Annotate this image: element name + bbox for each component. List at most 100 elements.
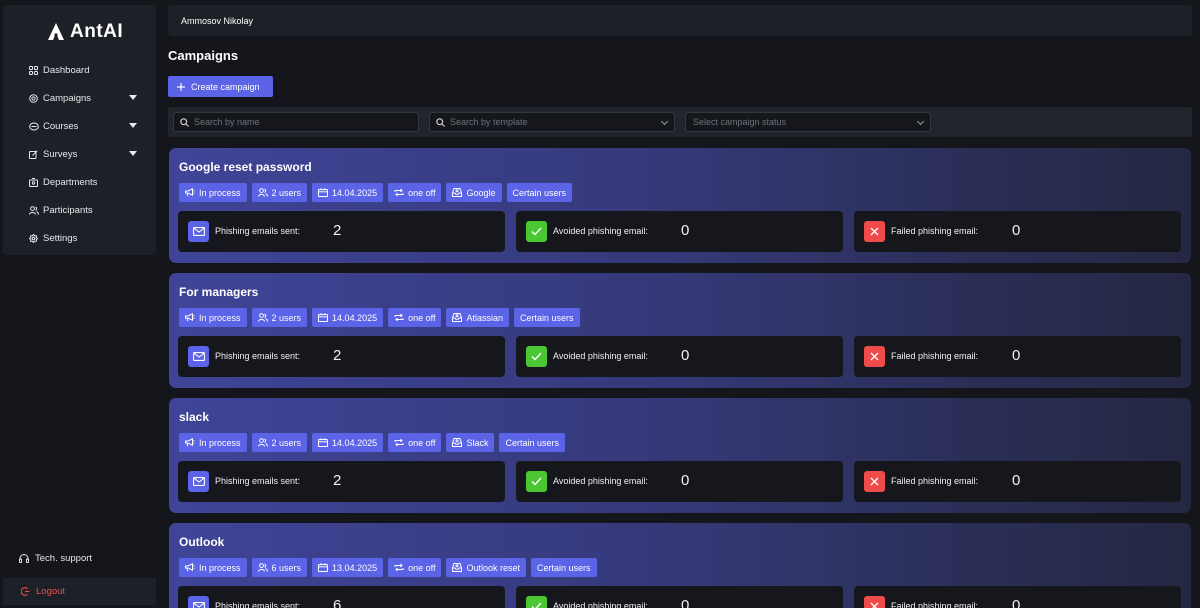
brand-name: AntAI [70, 21, 124, 42]
date-badge: 14.04.2025 [312, 308, 384, 327]
sidebar-item-label: Participants [43, 204, 93, 216]
repeat-icon [394, 313, 404, 322]
date-badge: 14.04.2025 [312, 183, 384, 202]
stat-label: Phishing emails sent: [215, 601, 301, 608]
calendar-icon [318, 438, 329, 447]
sidebar-item-label: Dashboard [43, 64, 90, 76]
page-title: Campaigns [168, 48, 239, 63]
stat-label: Avoided phishing email: [553, 226, 648, 236]
inbox-icon [452, 563, 463, 572]
status-badge: In process [179, 558, 247, 577]
stat-value: 0 [1012, 222, 1021, 239]
template-badge: Slack [446, 433, 495, 452]
top-bar: Ammosov Nikolay [168, 5, 1192, 36]
brand-logo[interactable]: AntAI [46, 21, 123, 43]
sidebar: AntAI Dashboard Campaigns Courses Survey… [3, 5, 156, 255]
search-icon [180, 117, 189, 127]
sidebar-item-label: Courses [43, 120, 79, 132]
chevron-down-icon[interactable] [129, 123, 137, 128]
stat-value: 6 [333, 597, 342, 608]
stat-emails-sent: Phishing emails sent: 2 [178, 211, 505, 252]
sidebar-item-participants[interactable]: Participants [3, 196, 156, 224]
campaign-card[interactable]: For managers In process 2 users 14.04.20… [169, 273, 1191, 388]
audience-badge: Certain users [514, 308, 580, 327]
repeat-icon [394, 438, 404, 447]
campaign-title[interactable]: For managers [179, 285, 258, 299]
frequency-badge: one off [388, 558, 442, 577]
headset-icon [19, 554, 29, 563]
users-icon [257, 313, 268, 322]
chevron-down-icon[interactable] [129, 151, 137, 156]
template-search-select[interactable]: Search by template [429, 112, 675, 132]
campaign-card[interactable]: Outlook In process 6 users 13.04.2025 on… [169, 523, 1191, 608]
stat-value: 0 [1012, 472, 1021, 489]
status-badge: In process [179, 433, 247, 452]
chevron-down-icon[interactable] [129, 95, 137, 100]
date-badge: 14.04.2025 [312, 433, 384, 452]
sidebar-item-settings[interactable]: Settings [3, 224, 156, 252]
stat-value: 2 [333, 222, 342, 239]
create-campaign-button[interactable]: Create campaign [168, 76, 273, 97]
user-name[interactable]: Ammosov Nikolay [181, 16, 253, 26]
create-campaign-label: Create campaign [191, 81, 260, 92]
frequency-badge: one off [388, 308, 442, 327]
stat-value: 0 [681, 347, 690, 364]
close-icon [864, 221, 885, 242]
logout-button[interactable]: Logout [3, 578, 156, 605]
stat-label: Avoided phishing email: [553, 351, 648, 361]
ant-logo-icon [48, 23, 64, 40]
stat-avoided: Avoided phishing email: 0 [516, 586, 843, 608]
inbox-icon [452, 188, 463, 197]
sidebar-item-dashboard[interactable]: Dashboard [3, 56, 156, 84]
campaign-title[interactable]: Google reset password [179, 160, 312, 174]
inbox-icon [452, 438, 463, 447]
users-count-badge: 2 users [251, 433, 308, 452]
tech-support-link[interactable]: Tech. support [19, 553, 92, 564]
plus-icon [177, 82, 185, 91]
campaign-title[interactable]: Outlook [179, 535, 224, 549]
stat-value: 0 [681, 472, 690, 489]
stat-value: 0 [681, 597, 690, 608]
search-icon [436, 117, 445, 127]
campaign-card[interactable]: Google reset password In process 2 users… [169, 148, 1191, 263]
users-count-badge: 2 users [251, 183, 308, 202]
users-icon [257, 188, 268, 197]
target-icon [29, 93, 43, 103]
close-icon [864, 471, 885, 492]
date-badge: 13.04.2025 [312, 558, 384, 577]
sidebar-item-campaigns[interactable]: Campaigns [3, 84, 156, 112]
campaign-tags: In process 2 users 14.04.2025 one off Sl… [179, 433, 566, 452]
users-count-badge: 2 users [251, 308, 308, 327]
users-icon [257, 438, 268, 447]
frequency-badge: one off [388, 183, 442, 202]
audience-badge: Certain users [531, 558, 597, 577]
megaphone-icon [185, 438, 195, 447]
megaphone-icon [185, 313, 195, 322]
stat-label: Failed phishing email: [891, 476, 979, 486]
frequency-badge: one off [388, 433, 442, 452]
search-name-input[interactable]: Search by name [173, 112, 419, 132]
sidebar-item-label: Campaigns [43, 92, 92, 104]
close-icon [864, 596, 885, 608]
logout-label: Logout [36, 586, 66, 597]
stat-avoided: Avoided phishing email: 0 [516, 211, 843, 252]
sidebar-item-departments[interactable]: Departments [3, 168, 156, 196]
sidebar-item-courses[interactable]: Courses [3, 112, 156, 140]
campaign-card[interactable]: slack In process 2 users 14.04.2025 one … [169, 398, 1191, 513]
status-placeholder: Select campaign status [693, 117, 787, 127]
mail-icon [188, 221, 209, 242]
calendar-icon [318, 188, 329, 197]
status-badge: In process [179, 308, 247, 327]
close-icon [864, 346, 885, 367]
users-count-badge: 6 users [251, 558, 308, 577]
audience-badge: Certain users [499, 433, 566, 452]
template-badge: Google [446, 183, 502, 202]
campaign-title[interactable]: slack [179, 410, 209, 424]
sidebar-item-surveys[interactable]: Surveys [3, 140, 156, 168]
mail-icon [188, 346, 209, 367]
template-badge: Atlassian [446, 308, 509, 327]
template-placeholder: Search by template [450, 117, 528, 127]
megaphone-icon [185, 188, 195, 197]
status-select[interactable]: Select campaign status [685, 112, 931, 132]
courses-icon [29, 122, 43, 131]
